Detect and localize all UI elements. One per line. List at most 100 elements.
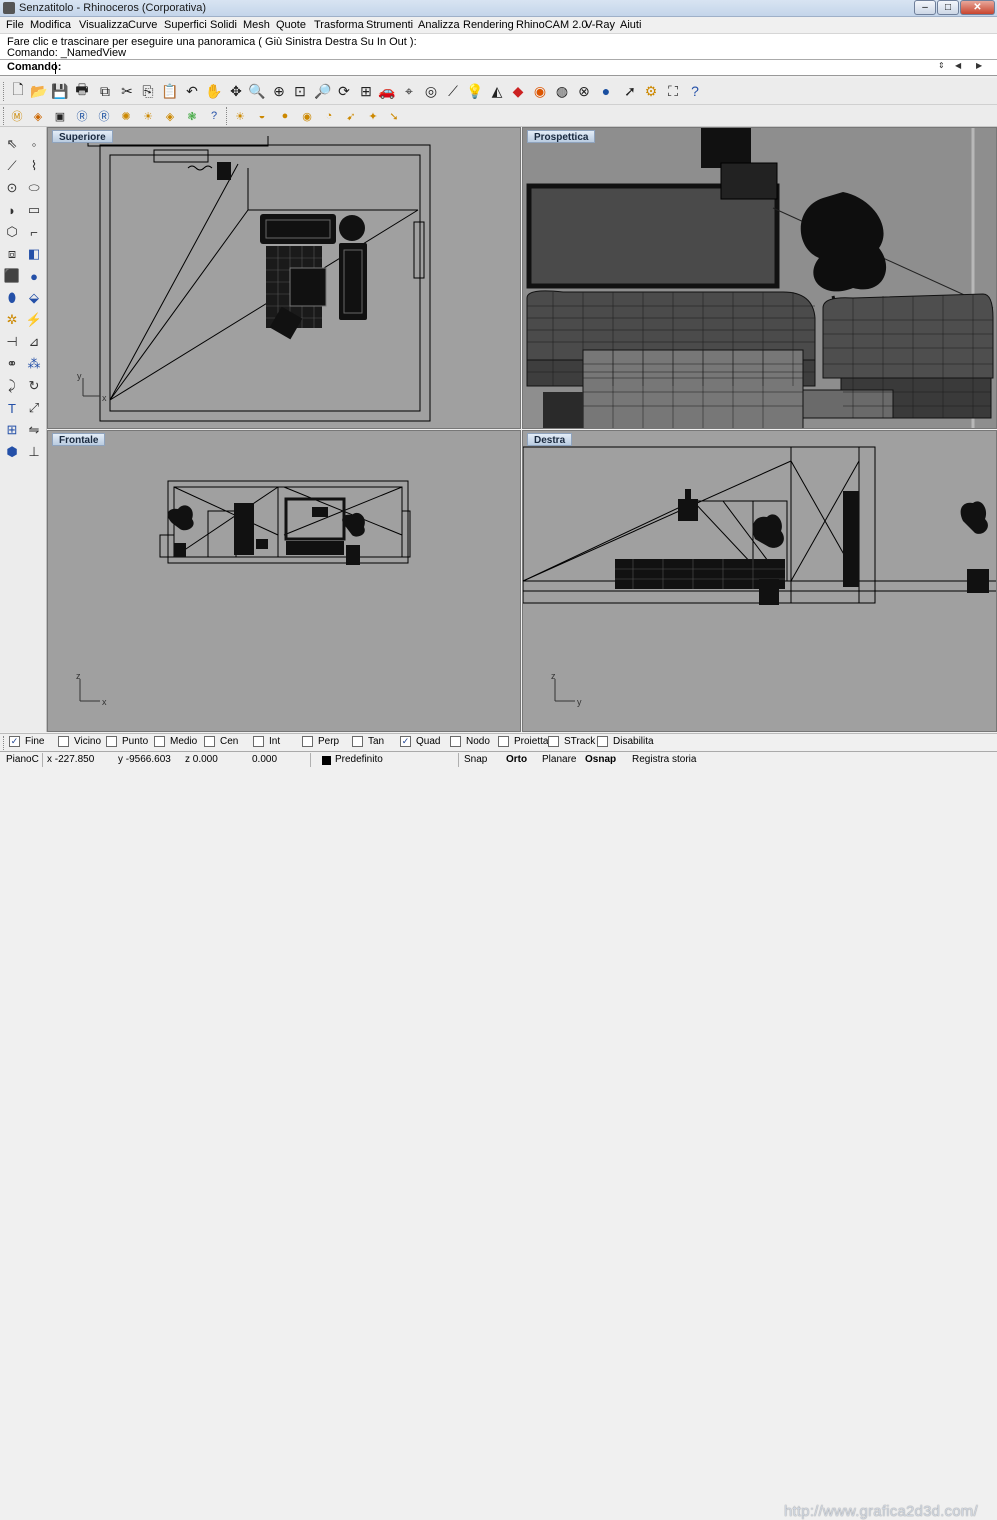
checkbox-icon[interactable]	[106, 736, 117, 747]
curve-cv-icon[interactable]: ⌇	[24, 156, 44, 176]
pointer-icon[interactable]: ➚	[620, 81, 640, 101]
wireframe-sphere-icon[interactable]: ⊗	[574, 81, 594, 101]
mesh-icon[interactable]: ✲	[2, 310, 22, 330]
menu-strumenti[interactable]: Strumenti	[366, 19, 413, 31]
cut-icon[interactable]: ✂	[117, 81, 137, 101]
osnap-nodo[interactable]: Nodo	[450, 736, 490, 747]
zoom-selected-icon[interactable]: 🔎	[313, 81, 333, 101]
gear-icon[interactable]: ⚙	[641, 81, 661, 101]
scroll-left-icon[interactable]: ◀	[955, 61, 961, 70]
menu-aiuti[interactable]: Aiuti	[620, 19, 641, 31]
lightning-icon[interactable]: ⚡	[24, 310, 44, 330]
maximize-button[interactable]: □	[937, 0, 959, 15]
vray-options-icon[interactable]: ◈	[29, 107, 47, 125]
ies-light-icon[interactable]: ➹	[342, 107, 360, 125]
checkbox-icon[interactable]	[597, 736, 608, 747]
paste-icon[interactable]: 📋	[160, 81, 180, 101]
save-icon[interactable]: 💾	[50, 81, 70, 101]
rendered-icon[interactable]: ◆	[508, 81, 528, 101]
viewport-top[interactable]: y x Superiore	[47, 127, 521, 429]
ghosted-icon[interactable]: ◍	[552, 81, 572, 101]
move-view-icon[interactable]: ✥	[226, 81, 246, 101]
explode-icon[interactable]: ⤸	[2, 376, 22, 396]
undo-icon[interactable]: ↶	[182, 81, 202, 101]
scroll-updown-icon[interactable]: ⇕	[938, 61, 945, 70]
osnap-strack[interactable]: STrack	[548, 736, 595, 747]
vray-rt-icon[interactable]: Ⓡ	[95, 107, 113, 125]
split-icon[interactable]: ⊿	[24, 332, 44, 352]
import-icon[interactable]: ⧉	[95, 81, 115, 101]
dimension-icon[interactable]: ⊥	[24, 442, 44, 462]
toolbar-grip[interactable]	[226, 107, 229, 125]
status-ortho[interactable]: Orto	[506, 754, 527, 765]
boolean-union-icon[interactable]: ⚭	[2, 354, 22, 374]
checkbox-icon[interactable]	[352, 736, 363, 747]
sun-icon[interactable]: ☀	[139, 107, 157, 125]
box-icon[interactable]: ⬛	[2, 266, 22, 286]
osnap-medio[interactable]: Medio	[154, 736, 197, 747]
status-snap[interactable]: Snap	[464, 754, 487, 765]
checkbox-icon[interactable]	[498, 736, 509, 747]
osnap-punto[interactable]: Punto	[106, 736, 148, 747]
status-osnap[interactable]: Osnap	[585, 754, 616, 765]
viewport-perspective-label[interactable]: Prospettica	[527, 130, 596, 143]
scale-icon[interactable]: ⤢	[24, 398, 44, 418]
viewport-right-label[interactable]: Destra	[527, 433, 573, 446]
close-button[interactable]: ✕	[960, 0, 995, 15]
block-icon[interactable]: ⬢	[2, 442, 22, 462]
status-layer[interactable]: Predefinito	[335, 754, 383, 765]
open-folder-icon[interactable]: 📂	[29, 81, 49, 101]
light-plane-icon[interactable]: ◈	[161, 107, 179, 125]
copy-icon[interactable]: ⎘	[138, 81, 158, 101]
text-icon[interactable]: T	[2, 398, 22, 418]
vray-frame-icon[interactable]: ✺	[117, 107, 135, 125]
toolbar-grip[interactable]	[3, 82, 6, 101]
point-icon[interactable]: ◦	[24, 134, 44, 154]
arc-icon[interactable]: ◗	[2, 200, 22, 220]
vray-material-icon[interactable]: Ⓜ	[8, 107, 26, 125]
group-icon[interactable]: ⁂	[24, 354, 44, 374]
sphere-light-icon[interactable]: ●	[276, 107, 294, 125]
rotate-icon[interactable]: ↻	[24, 376, 44, 396]
print-icon[interactable]: 🖶	[72, 81, 92, 101]
osnap-disabilita[interactable]: Disabilita	[597, 736, 654, 747]
osnap-vicino[interactable]: Vicino	[58, 736, 101, 747]
menu-superfici[interactable]: Superfici	[164, 19, 207, 31]
zoom-extents-icon[interactable]: ⊕	[269, 81, 289, 101]
dome-light-icon[interactable]: ◒	[253, 107, 271, 125]
menu-analizza[interactable]: Analizza	[418, 19, 460, 31]
extrude-surface-icon[interactable]: ◧	[24, 244, 44, 264]
checkbox-icon[interactable]	[450, 736, 461, 747]
osnap-fine[interactable]: ✓ Fine	[9, 736, 44, 747]
osnap-perp[interactable]: Perp	[302, 736, 339, 747]
polygon-icon[interactable]: ⬡	[2, 222, 22, 242]
zoom-window-icon[interactable]: ⊡	[290, 81, 310, 101]
trim-icon[interactable]: ⊣	[2, 332, 22, 352]
osnap-quad[interactable]: ✓ Quad	[400, 736, 440, 747]
viewport-front[interactable]: z x Frontale	[47, 430, 521, 732]
cylinder-icon[interactable]: ⬮	[2, 288, 22, 308]
checkbox-icon[interactable]	[58, 736, 69, 747]
menu-modifica[interactable]: Modifica	[30, 19, 71, 31]
status-history[interactable]: Registra storia	[632, 754, 696, 765]
extrude-solid-icon[interactable]: ⬙	[24, 288, 44, 308]
toolbar-grip[interactable]	[3, 107, 6, 125]
sphere-icon[interactable]: ●	[24, 266, 44, 286]
checkbox-icon[interactable]	[302, 736, 313, 747]
viewport-perspective[interactable]: Prospettica	[522, 127, 997, 429]
menu-mesh[interactable]: Mesh	[243, 19, 270, 31]
rectangle-icon[interactable]: ▭	[24, 200, 44, 220]
osnap-proietta[interactable]: Proietta	[498, 736, 548, 747]
lightbulb-icon[interactable]: 💡	[465, 81, 485, 101]
sphere-light-icon[interactable]: ◉	[298, 107, 316, 125]
help-icon[interactable]: ?	[205, 107, 223, 125]
line-tool-icon[interactable]: ⟋	[443, 81, 463, 101]
menu-rhinocam[interactable]: RhinoCAM 2.0	[516, 19, 588, 31]
toolbar-grip[interactable]	[3, 736, 6, 750]
array-icon[interactable]: ⊞	[2, 420, 22, 440]
checkbox-icon[interactable]	[204, 736, 215, 747]
sun-icon[interactable]: ☀	[231, 107, 249, 125]
minimize-button[interactable]: –	[914, 0, 936, 15]
shaded-icon[interactable]: ◭	[487, 81, 507, 101]
fillet-icon[interactable]: ⌐	[24, 222, 44, 242]
